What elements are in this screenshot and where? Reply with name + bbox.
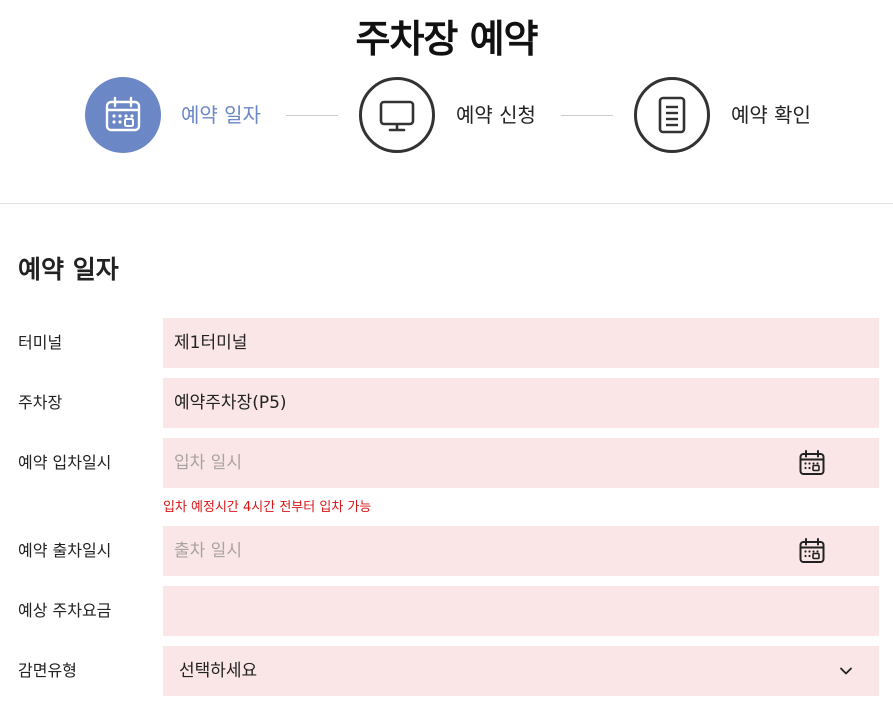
document-icon [658, 96, 686, 134]
entry-hint: 입차 예정시간 4시간 전부터 입차 가능 [163, 500, 372, 515]
step-connector [561, 115, 613, 116]
calendar-icon [105, 96, 141, 132]
chevron-down-icon [840, 667, 852, 675]
exit-datetime-placeholder: 출차 일시 [174, 541, 242, 561]
step-indicator: 예약 일자 예약 신청 예약 확인 [0, 77, 893, 153]
exit-datetime-label: 예약 출차일시 [18, 541, 112, 560]
section-divider [0, 203, 893, 204]
section-title: 예약 일자 [18, 255, 119, 284]
step-1-label: 예약 일자 [181, 103, 261, 127]
terminal-field[interactable]: 제1터미널 [163, 318, 879, 368]
step-3-label: 예약 확인 [731, 103, 811, 127]
step-2-circle [359, 77, 435, 153]
calendar-icon[interactable] [799, 538, 825, 564]
terminal-label: 터미널 [18, 333, 63, 352]
terminal-value: 제1터미널 [174, 333, 248, 353]
discount-type-value: 선택하세요 [179, 661, 258, 681]
discount-type-label: 감면유형 [18, 661, 77, 680]
step-1-circle [85, 77, 161, 153]
monitor-icon [379, 100, 415, 132]
entry-datetime-input[interactable]: 입차 일시 [163, 438, 879, 488]
calendar-icon[interactable] [799, 450, 825, 476]
discount-type-select[interactable]: 선택하세요 [163, 646, 879, 696]
step-connector [286, 115, 338, 116]
entry-datetime-label: 예약 입차일시 [18, 453, 112, 472]
page-title: 주차장 예약 [355, 17, 538, 61]
fee-label: 예상 주차요금 [18, 601, 112, 620]
parking-field[interactable]: 예약주차장(P5) [163, 378, 879, 428]
fee-field [163, 586, 879, 636]
entry-datetime-placeholder: 입차 일시 [174, 453, 242, 473]
step-3-circle [634, 77, 710, 153]
parking-value: 예약주차장(P5) [174, 393, 287, 413]
step-2-label: 예약 신청 [456, 103, 536, 127]
exit-datetime-input[interactable]: 출차 일시 [163, 526, 879, 576]
parking-label: 주차장 [18, 393, 63, 412]
